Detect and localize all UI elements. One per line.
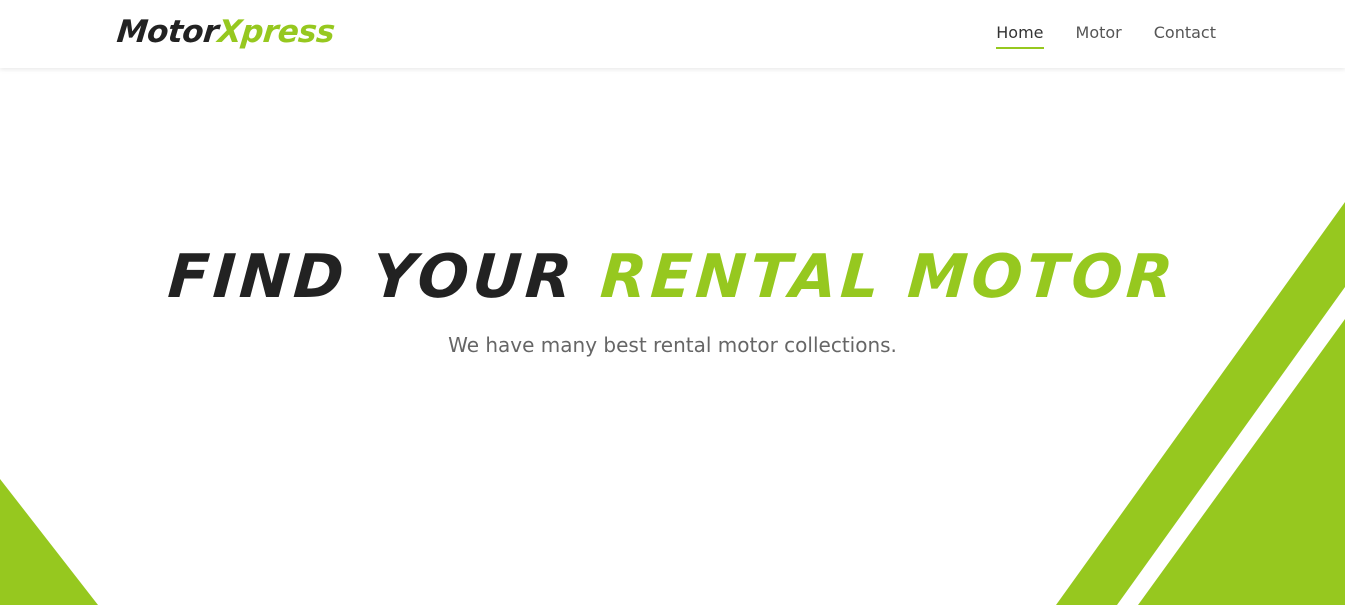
nav-link-motor[interactable]: Motor bbox=[1076, 22, 1122, 49]
left-corner-triangle bbox=[0, 479, 98, 605]
brand-logo[interactable]: MotorXpress bbox=[115, 12, 337, 52]
hero-title-part1: FIND YOUR bbox=[165, 242, 579, 312]
main-nav: Home Motor Contact bbox=[996, 22, 1216, 49]
brand-logo-part1: Motor bbox=[115, 14, 220, 50]
hero-title: FIND YOUR RENTAL MOTOR bbox=[0, 241, 1345, 313]
brand-logo-part2: Xpress bbox=[216, 14, 337, 50]
nav-link-home[interactable]: Home bbox=[996, 22, 1044, 49]
hero-subtitle: We have many best rental motor collectio… bbox=[448, 333, 897, 357]
navbar: MotorXpress Home Motor Contact bbox=[0, 0, 1345, 68]
nav-link-contact[interactable]: Contact bbox=[1154, 22, 1216, 49]
hero-section: FIND YOUR RENTAL MOTOR We have many best… bbox=[0, 69, 1345, 605]
hero-title-part2: RENTAL MOTOR bbox=[598, 242, 1180, 312]
